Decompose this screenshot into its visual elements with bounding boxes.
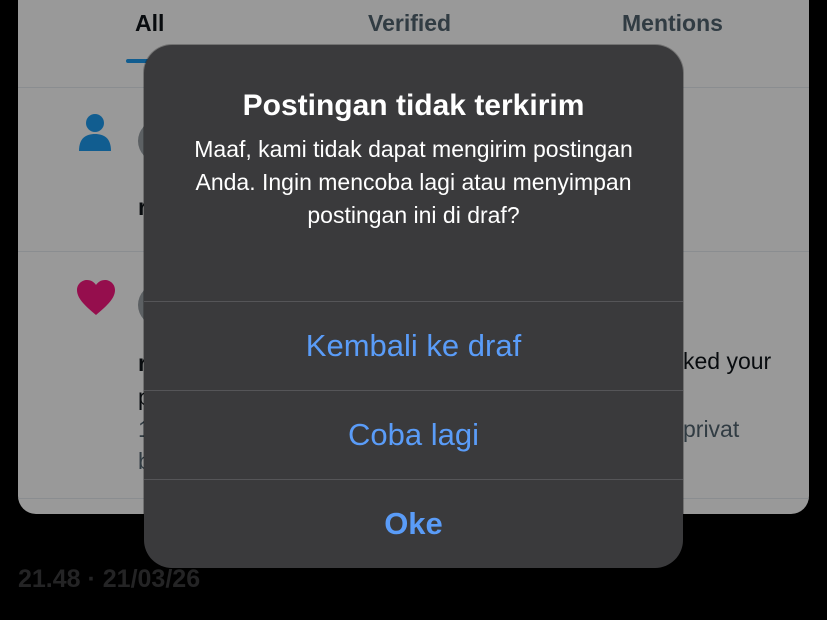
error-alert-dialog: Postingan tidak terkirim Maaf, kami tida…	[144, 45, 683, 568]
alert-title: Postingan tidak terkirim	[242, 89, 585, 122]
alert-message: Maaf, kami tidak dapat mengirim postinga…	[194, 136, 633, 228]
back-to-drafts-button[interactable]: Kembali ke draf	[144, 302, 683, 390]
retry-button[interactable]: Coba lagi	[144, 391, 683, 479]
ok-button[interactable]: Oke	[144, 480, 683, 568]
